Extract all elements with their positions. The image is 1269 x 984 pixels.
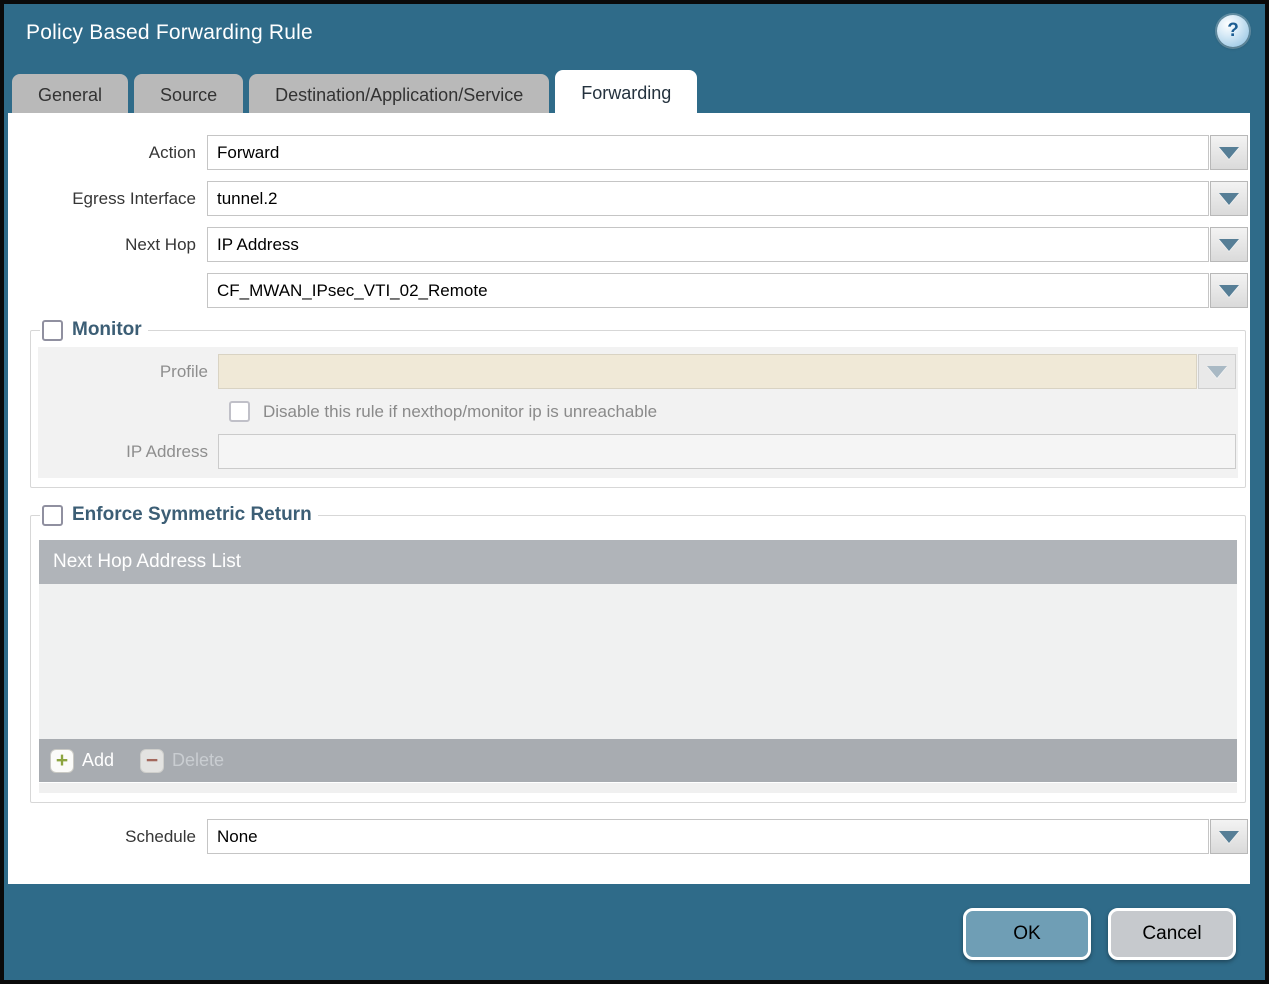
dialog-button-bar: OK Cancel [963,908,1236,960]
cancel-button[interactable]: Cancel [1108,908,1236,960]
next-hop-address-list-table: Next Hop Address List + Add − Delete [39,540,1237,793]
action-label: Action [148,142,196,162]
profile-input [218,354,1197,389]
table-header: Next Hop Address List [39,540,1237,584]
forwarding-tab-panel: Action Egress Interface Next Hop [8,113,1250,884]
monitor-panel: Profile Disable this rule if nexthop/mon… [38,347,1238,478]
tab-forwarding[interactable]: Forwarding [555,70,698,117]
next-hop-label: Next Hop [125,234,196,254]
egress-interface-row: Egress Interface [8,181,1248,216]
plus-icon: + [50,748,74,773]
chevron-down-icon [1219,238,1239,251]
monitor-fieldset: Monitor Profile Disable this rule if nex… [30,319,1246,488]
monitor-ip-input [218,434,1236,469]
action-row: Action [8,135,1248,170]
schedule-dropdown-trigger[interactable] [1210,819,1248,854]
minus-icon: − [140,748,165,773]
delete-button-label: Delete [172,750,225,770]
chevron-down-icon [1219,830,1239,843]
next-hop-address-row [8,273,1248,308]
table-body-empty [39,584,1237,739]
dialog-title: Policy Based Forwarding Rule [26,21,313,44]
disable-rule-checkbox [229,401,250,422]
enforce-symmetric-return-fieldset: Enforce Symmetric Return Next Hop Addres… [30,504,1246,803]
tab-destination-application-service[interactable]: Destination/Application/Service [249,74,550,117]
disable-rule-label: Disable this rule if nexthop/monitor ip … [263,401,658,421]
monitor-ip-row: IP Address [38,434,1238,469]
chevron-down-icon [1207,365,1227,378]
next-hop-type-input[interactable] [207,227,1209,262]
enforce-symmetric-return-legend: Enforce Symmetric Return [40,504,318,526]
chevron-down-icon [1219,284,1239,297]
tab-bar: General Source Destination/Application/S… [12,70,1246,117]
monitor-legend-label: Monitor [72,319,142,340]
egress-interface-dropdown-trigger[interactable] [1210,181,1248,216]
enforce-symmetric-return-checkbox[interactable] [42,504,63,526]
tab-general[interactable]: General [12,74,129,117]
ok-button[interactable]: OK [963,908,1091,960]
egress-interface-label: Egress Interface [72,188,196,208]
schedule-row: Schedule [8,819,1248,854]
pbf-rule-dialog: Policy Based Forwarding Rule ? General S… [0,0,1269,984]
monitor-ip-label: IP Address [126,441,208,461]
monitor-legend: Monitor [40,319,148,341]
next-hop-row: Next Hop [8,227,1248,262]
action-input[interactable] [207,135,1209,170]
profile-dropdown-trigger [1198,354,1236,389]
chevron-down-icon [1219,146,1239,159]
schedule-input[interactable] [207,819,1209,854]
egress-interface-input[interactable] [207,181,1209,216]
table-horizontal-scrollbar [39,783,1237,793]
delete-button: − Delete [140,748,225,773]
next-hop-address-dropdown-trigger[interactable] [1210,273,1248,308]
help-icon[interactable]: ? [1217,15,1249,47]
table-header-label: Next Hop Address List [53,551,241,572]
enforce-symmetric-return-label: Enforce Symmetric Return [72,504,312,525]
action-dropdown-trigger[interactable] [1210,135,1248,170]
disable-rule-row: Disable this rule if nexthop/monitor ip … [229,401,1238,422]
question-mark-glyph: ? [1227,20,1239,41]
next-hop-address-input[interactable] [207,273,1209,308]
tab-source[interactable]: Source [134,74,244,117]
schedule-label: Schedule [125,826,196,846]
monitor-checkbox[interactable] [42,319,63,341]
next-hop-type-dropdown-trigger[interactable] [1210,227,1248,262]
profile-row: Profile [38,354,1238,389]
table-footer: + Add − Delete [39,739,1237,782]
add-button[interactable]: + Add [50,748,115,773]
chevron-down-icon [1219,192,1239,205]
add-button-label: Add [82,750,115,770]
profile-label: Profile [159,361,208,381]
